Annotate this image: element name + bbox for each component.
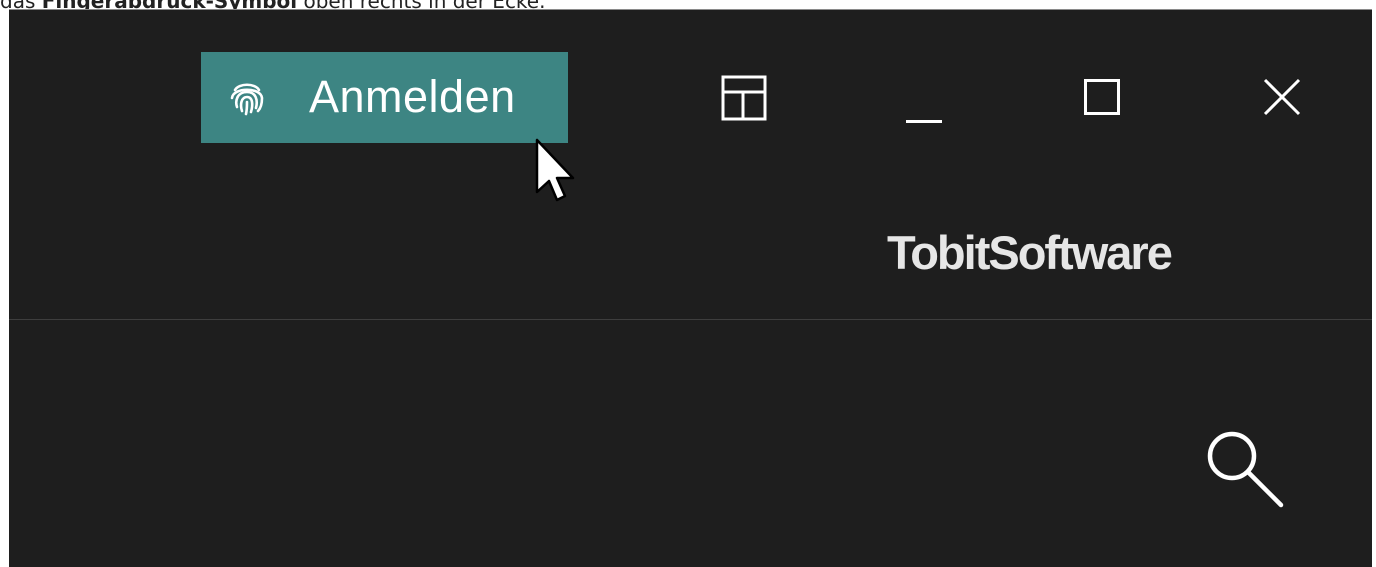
title-bar: Anmelden TobitSoftware — [9, 10, 1372, 320]
app-window: Anmelden TobitSoftware — [9, 9, 1372, 567]
minimize-icon — [906, 120, 942, 123]
maximize-icon — [1084, 79, 1120, 115]
layout-button[interactable] — [699, 52, 809, 143]
login-button-label: Anmelden — [309, 71, 516, 122]
login-button[interactable]: Anmelden — [201, 52, 568, 143]
minimize-button[interactable] — [882, 52, 992, 143]
close-button[interactable] — [1247, 52, 1357, 143]
tobit-software-logo: TobitSoftware — [887, 226, 1173, 279]
fingerprint-icon — [230, 83, 264, 116]
close-icon — [1263, 78, 1301, 116]
layout-icon — [721, 75, 767, 121]
maximize-button[interactable] — [1069, 52, 1179, 143]
search-icon[interactable] — [1199, 423, 1289, 513]
